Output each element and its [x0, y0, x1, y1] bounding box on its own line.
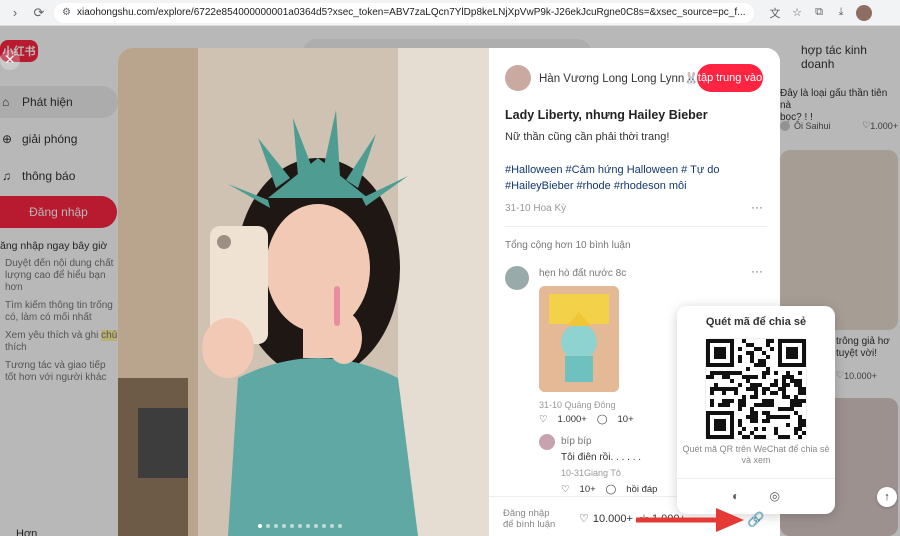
author-name[interactable]: Hàn Vương Long Long Lynn🐰 — [539, 71, 699, 85]
login-to-comment[interactable]: Đăng nhập để bình luận — [503, 508, 555, 530]
reload-icon[interactable]: ⟳ — [30, 4, 48, 22]
comment-image[interactable] — [539, 286, 619, 392]
forward-icon[interactable]: › — [6, 4, 24, 22]
qr-code — [705, 338, 807, 440]
reply-icon[interactable]: ◯ — [606, 484, 617, 495]
arrow-annotation — [636, 508, 744, 532]
share-title: Quét mã để chia sẻ — [705, 316, 807, 328]
avatar[interactable] — [505, 65, 531, 91]
weibo-icon[interactable]: ◎ — [769, 489, 779, 503]
site-settings-icon[interactable]: ⚙ — [62, 7, 71, 18]
post-tags[interactable]: #Halloween #Cảm hứng Halloween # Tự do #… — [505, 162, 765, 194]
heart-icon: ♡ — [579, 513, 589, 525]
browser-toolbar: › ⟳ ⚙ xiaohongshu.com/explore/6722e85400… — [0, 0, 900, 26]
comment-meta: 10-31Giang Tô — [561, 468, 621, 478]
comment-count: Tổng cộng hơn 10 bình luận — [505, 240, 631, 251]
comment-replies: 10+ — [617, 414, 634, 425]
comment-meta: 31-10 Quảng Đông — [539, 400, 616, 410]
avatar[interactable] — [539, 434, 555, 450]
comment-text: Tôi điên rồi. . . . . . — [561, 452, 642, 463]
reply-icon[interactable]: ◯ — [597, 414, 608, 425]
heart-icon[interactable]: ♡ — [561, 484, 570, 495]
extensions-icon[interactable]: ⧉ — [810, 4, 828, 22]
comment-author[interactable]: hẹn hò đất nước 8c — [539, 268, 626, 279]
reply-button[interactable]: hồi đáp — [626, 484, 657, 495]
download-icon[interactable]: ⤓ — [832, 4, 850, 22]
more-options-icon[interactable]: ··· — [751, 264, 763, 278]
like-button[interactable]: ♡ 10.000+ — [579, 512, 633, 526]
comment-actions: ♡ 10+ ◯ hồi đáp — [561, 484, 667, 495]
comment-likes: 10+ — [579, 484, 596, 495]
follow-button[interactable]: tập trung vào — [697, 64, 763, 92]
post-description: Nữ thần cũng cần phải thời trang! — [505, 131, 670, 143]
translate-icon[interactable]: 文 — [766, 4, 784, 22]
heart-icon[interactable]: ♡ — [539, 414, 548, 425]
address-bar[interactable]: ⚙ xiaohongshu.com/explore/6722e854000000… — [54, 2, 754, 23]
close-icon[interactable]: ✕ — [0, 50, 20, 70]
share-hint: Quét mã QR trên WeChat để chia sẻ và xem — [682, 444, 830, 465]
url-text: xiaohongshu.com/explore/6722e85400000000… — [76, 7, 746, 18]
carousel-indicator — [258, 524, 346, 528]
profile-avatar[interactable] — [856, 4, 872, 21]
comment-likes: 1.000+ — [557, 414, 587, 425]
post-title: Lady Liberty, nhưng Hailey Bieber — [505, 108, 708, 122]
more-options-icon[interactable]: ··· — [751, 200, 763, 214]
wechat-icon[interactable]: ◐ — [732, 489, 739, 503]
post-date: 31-10 Hoa Kỳ — [505, 203, 567, 214]
comment-author[interactable]: bíp bíp — [561, 436, 592, 447]
divider — [505, 226, 767, 227]
back-to-top-button[interactable]: ↑ — [877, 487, 897, 507]
note-photo[interactable] — [118, 48, 489, 536]
bookmark-star-icon[interactable]: ☆ — [788, 4, 806, 22]
avatar[interactable] — [505, 266, 529, 290]
copy-link-icon[interactable]: 🔗 — [746, 509, 766, 529]
share-popup: Quét mã để chia sẻ Quét mã QR trên WeCha… — [677, 306, 835, 514]
like-count: 10.000+ — [592, 512, 633, 525]
comment-actions: ♡ 1.000+ ◯ 10+ — [539, 414, 644, 425]
